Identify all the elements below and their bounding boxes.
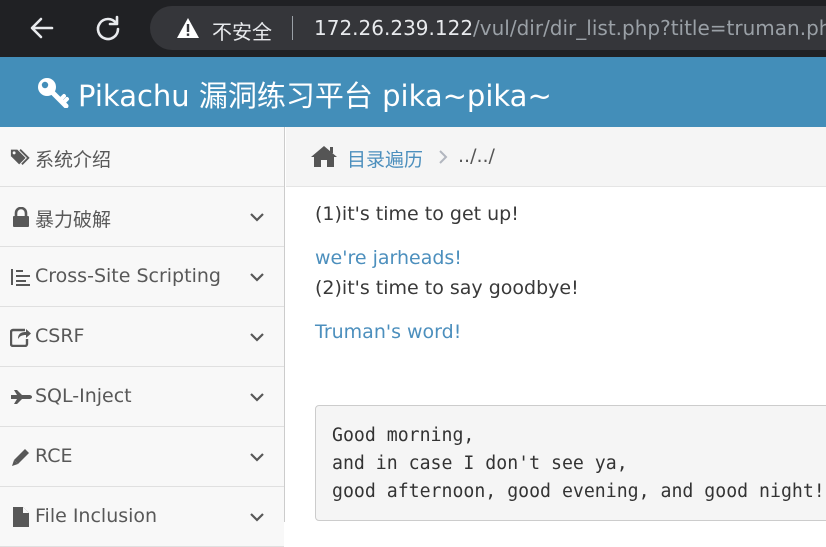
- list-indent-icon: [10, 266, 32, 288]
- chevron-down-icon: [250, 513, 264, 522]
- breadcrumb: 目录遍历 ../../: [286, 127, 826, 187]
- chevron-down-icon: [250, 453, 264, 462]
- breadcrumb-current: ../../: [458, 145, 495, 167]
- home-icon: [311, 146, 337, 167]
- back-button[interactable]: [24, 10, 60, 46]
- lock-icon: [10, 206, 32, 228]
- app-title[interactable]: Pikachu 漏洞练习平台 pika~pika~: [78, 73, 552, 115]
- sidebar-item-label: 暴力破解: [35, 209, 112, 231]
- sidebar-item-label: File Inclusion: [35, 505, 158, 527]
- app-header: Pikachu 漏洞练习平台 pika~pika~: [0, 57, 826, 127]
- quote-line: good afternoon, good evening, and good n…: [332, 481, 825, 502]
- url-host: 172.26.239.122: [314, 16, 474, 40]
- sidebar-item-xss[interactable]: Cross-Site Scripting: [0, 247, 284, 307]
- address-bar[interactable]: 不安全 172.26.239.122/vul/dir/dir_list.php?…: [150, 6, 826, 50]
- sidebar-item-file-inclusion[interactable]: File Inclusion: [0, 487, 284, 547]
- reload-button[interactable]: [90, 10, 126, 46]
- browser-toolbar: 不安全 172.26.239.122/vul/dir/dir_list.php?…: [0, 0, 826, 57]
- sidebar-item-label: Cross-Site Scripting: [35, 265, 221, 287]
- sidebar-item-intro[interactable]: 系统介绍: [0, 127, 284, 187]
- content-line-2: (2)it's time to say goodbye!: [315, 277, 579, 299]
- sidebar-item-sql-inject[interactable]: SQL-Inject: [0, 367, 284, 427]
- sidebar-item-rce[interactable]: RCE: [0, 427, 284, 487]
- sidebar-item-label: SQL-Inject: [35, 385, 132, 407]
- security-status[interactable]: 不安全: [212, 16, 272, 45]
- url-text[interactable]: 172.26.239.122/vul/dir/dir_list.php?titl…: [314, 16, 826, 40]
- reload-icon: [96, 15, 120, 41]
- pencil-icon: [10, 446, 32, 468]
- key-icon: [38, 78, 69, 108]
- breadcrumb-link-dir-traversal[interactable]: 目录遍历: [347, 145, 423, 172]
- link-truman-word[interactable]: Truman's word!: [315, 321, 461, 343]
- quote-line: and in case I don't see ya,: [332, 453, 628, 474]
- sidebar-item-label: RCE: [35, 445, 73, 467]
- chevron-down-icon: [250, 273, 264, 282]
- sidebar: 系统介绍 暴力破解 Cross-Site Scripting CSRF SQL-…: [0, 127, 285, 547]
- share-icon: [10, 326, 32, 348]
- tags-icon: [10, 146, 32, 168]
- chevron-down-icon: [250, 393, 264, 402]
- chevron-down-icon: [250, 213, 264, 222]
- quote-line: Good morning,: [332, 425, 475, 446]
- sidebar-item-csrf[interactable]: CSRF: [0, 307, 284, 367]
- main-content: (1)it's time to get up! we're jarheads! …: [286, 188, 826, 522]
- arrow-left-icon: [30, 17, 54, 39]
- file-icon: [10, 506, 32, 528]
- fighter-jet-icon: [10, 386, 32, 408]
- omnibox-divider: [292, 16, 293, 40]
- url-path: /vul/dir/dir_list.php?title=truman.php: [473, 16, 826, 40]
- quote-block: Good morning, and in case I don't see ya…: [315, 405, 826, 521]
- link-jarheads[interactable]: we're jarheads!: [315, 247, 462, 269]
- sidebar-item-label: CSRF: [35, 325, 85, 347]
- warning-triangle-icon: [177, 18, 199, 38]
- sidebar-item-label: 系统介绍: [35, 149, 112, 171]
- chevron-down-icon: [250, 333, 264, 342]
- chevron-right-icon: [439, 150, 448, 164]
- sidebar-item-brute-force[interactable]: 暴力破解: [0, 187, 284, 247]
- content-line-1: (1)it's time to get up!: [315, 203, 519, 225]
